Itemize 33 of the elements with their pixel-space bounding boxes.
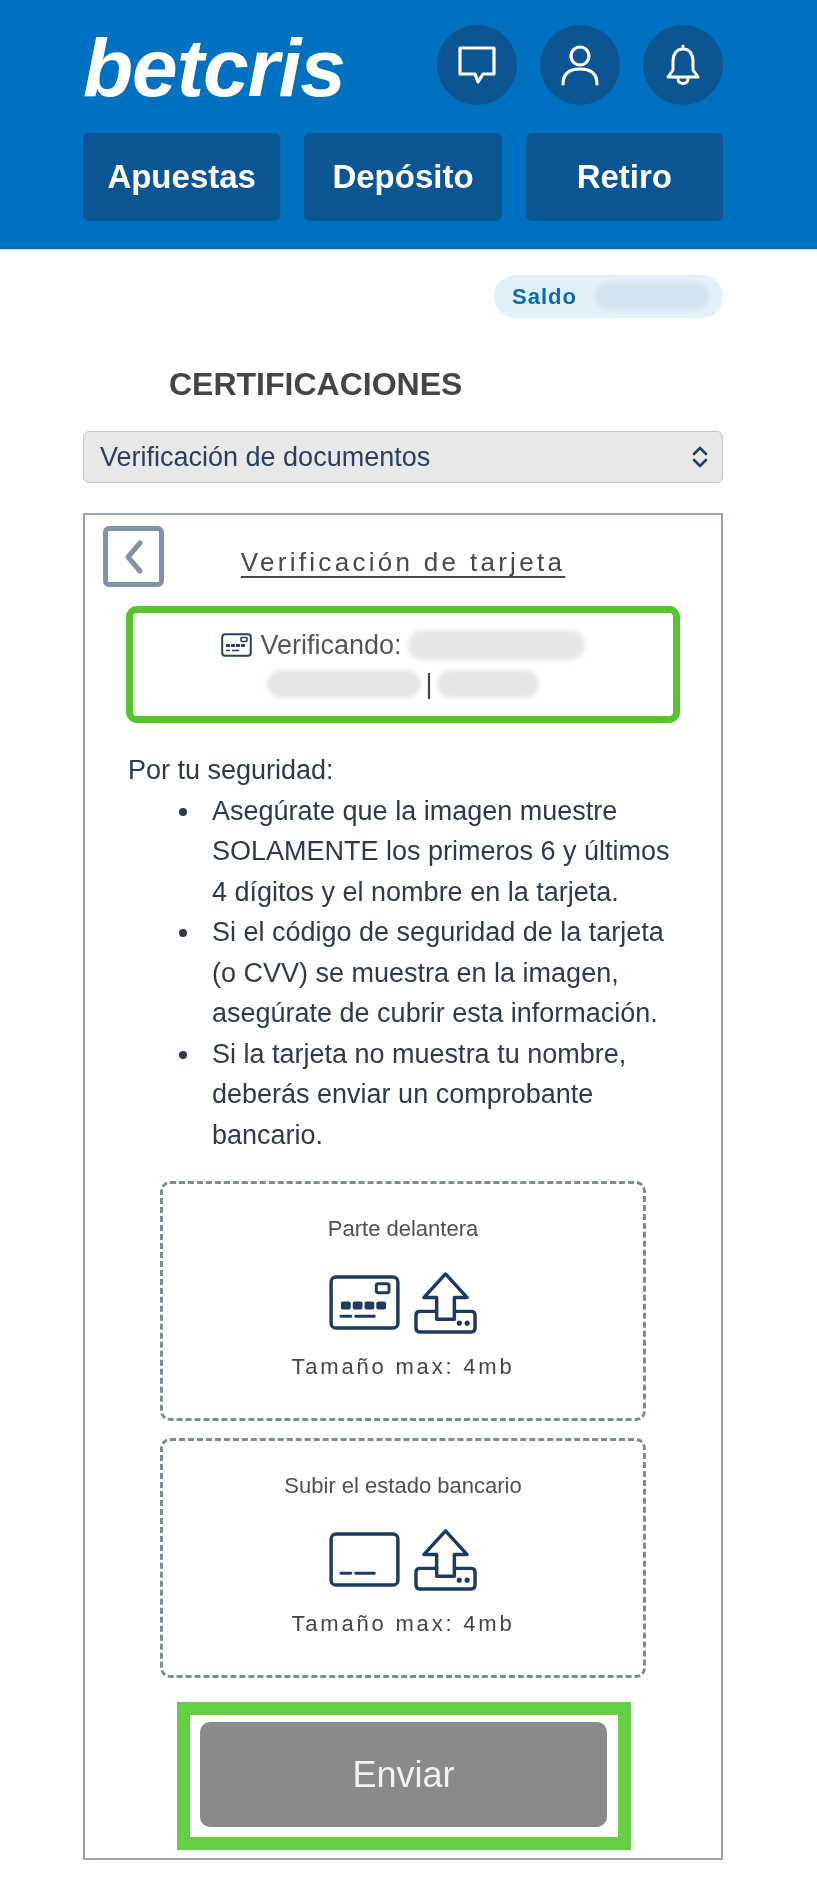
tip-text: Si el código de seguridad de la tarjeta (o CVV) se muestra en la imagen, asegúrate de cubrir esta información. [212,916,665,1030]
upload-icon [414,1271,477,1334]
nav-button[interactable]: Retiro [525,133,723,221]
verifying-label: Verificando: [260,631,402,659]
credit-card-icon [221,633,253,657]
card-icon [329,1532,400,1587]
bullet-icon [179,807,187,816]
balance-label: Saldo [512,285,577,308]
document-type-select[interactable]: Verificación de documentos [83,431,723,483]
tip-text: Si la tarjeta no muestra tu nombre, deberás enviar un comprobante bancario. [212,1037,628,1152]
page-title: CERTIFICACIONES [168,368,464,400]
size-hint: Tamaño max: 4mb [291,1610,515,1638]
credit-card-icon [329,1275,400,1330]
chat-icon [456,44,498,86]
back-button[interactable] [103,526,164,587]
bullet-icon [179,929,187,937]
upload-dropzone[interactable]: Parte delantera Tamaño max: 4mb [160,1181,646,1421]
bell-icon [665,43,701,87]
card-title: Verificación de tarjeta [240,546,566,579]
upload-icon [414,1528,477,1591]
separator: | [425,670,433,698]
tip-text: Asegúrate que la imagen muestre SOLAMENTE los primeros 6 y últimos 4 dígitos y el nombre en la tarjeta. [212,794,671,909]
chevron-up-down-icon [692,445,708,469]
user-icon [559,44,601,86]
upload-dropzone[interactable]: Subir el estado bancario Tamaño max: 4mb [160,1438,646,1678]
size-hint: Tamaño max: 4mb [291,1353,515,1381]
intro-text: Por tu seguridad: [127,754,335,787]
nav-button[interactable]: Depósito [304,133,502,221]
upload-label: Subir el estado bancario [284,1472,522,1500]
upload-label: Parte delantera [327,1215,479,1243]
bullet-icon [179,1050,187,1059]
brand-logo: betcris [83,27,345,109]
nav-button[interactable]: Apuestas [83,133,281,221]
